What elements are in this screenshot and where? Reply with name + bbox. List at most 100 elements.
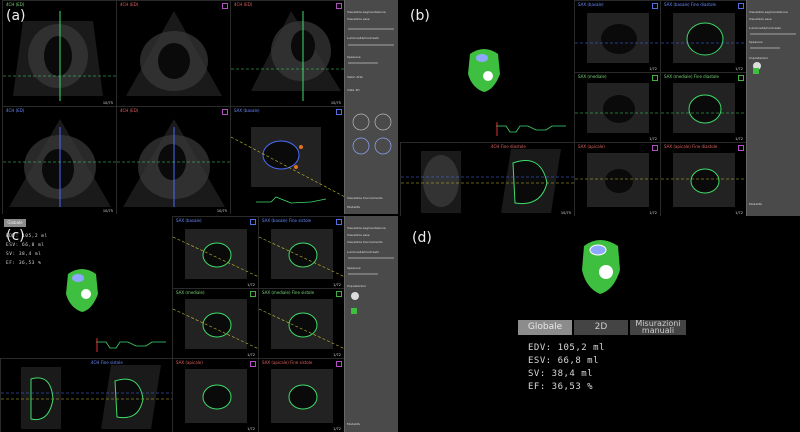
ultrasound-view (126, 11, 222, 96)
frame-count: 1/72 (649, 137, 657, 141)
us-cell-sax-basale-fine[interactable]: SAX (basale) Fine sistole 1/72 (258, 216, 346, 290)
slider[interactable] (348, 62, 378, 64)
frame-count: 1/72 (735, 137, 743, 141)
us-cell-4ch-5[interactable]: 4CH (ED) 10/75 (116, 106, 232, 214)
option-row[interactable]: Luminosità/Contrasto (347, 250, 379, 254)
us-cell-sax-apicale-fine[interactable]: SAX (apicale) Fine diastole 1/72 (660, 142, 748, 216)
option-row[interactable]: Vista 3D (347, 88, 360, 92)
ultrasound-view (231, 127, 345, 204)
us-cell-sax-mediale-fine[interactable]: SAX (mediale) Fine diastole 1/72 (660, 72, 748, 144)
ultrasound-view (173, 229, 259, 279)
aha-bullseye-diagram (349, 110, 395, 160)
ultrasound-view (271, 369, 333, 423)
option-row[interactable]: Modalità (347, 205, 360, 209)
metric-edv: EDV: 105,2 ml (528, 343, 605, 353)
heart-thumbnail-icon[interactable] (351, 292, 359, 300)
us-cell-4ch-2[interactable]: 4CH (ED) (116, 0, 232, 108)
option-row[interactable]: Visualizza asse (749, 17, 772, 21)
settings-square-icon[interactable] (351, 308, 357, 314)
option-row[interactable]: Spessore (347, 266, 361, 270)
volume-curve (496, 122, 566, 136)
us-cell-sax-mediale[interactable]: SAX (mediale) 1/72 (172, 288, 260, 360)
ultrasound-view (575, 83, 661, 133)
ultrasound-view (185, 369, 247, 423)
frame-count: 1/72 (333, 427, 341, 431)
option-row[interactable]: Modalità (749, 202, 762, 206)
metric-ef: EF: 36,53 % (6, 261, 42, 266)
frame-count: 10/75 (216, 209, 227, 213)
panel-b: (b) SAX (basale) 1/72 SAX (basale) Fine … (400, 0, 800, 216)
tab-globale[interactable]: Globale (4, 219, 26, 227)
metric-esv: ESV: 66,8 ml (528, 356, 600, 366)
us-cell-4ch-fine-sistole[interactable]: 4CH Fine sistole (0, 358, 174, 432)
tab-globale[interactable]: Globale (518, 320, 572, 335)
frame-count: 10/75 (102, 101, 113, 105)
us-cell-sax-basale-fine[interactable]: SAX (basale) Fine diastole 1/72 (660, 0, 748, 74)
option-row[interactable]: Spessore (347, 55, 361, 59)
tab-2d[interactable]: 2D (574, 320, 628, 335)
option-row[interactable]: Visualizza asse (347, 17, 370, 21)
heart-3d-model (464, 44, 504, 96)
ultrasound-view (231, 11, 345, 101)
frame-count: 1/72 (649, 67, 657, 71)
heart-3d-model (62, 264, 102, 316)
frame-count: 10/75 (560, 211, 571, 215)
slider[interactable] (348, 44, 394, 46)
frame-count: 1/72 (735, 211, 743, 215)
metrics-list: EDV: 105,2 ml ESV: 66,8 ml SV: 38,4 ml E… (528, 342, 605, 394)
option-row[interactable]: Visualizza tracciamento (347, 196, 383, 200)
us-cell-sax[interactable]: SAX (basale) (230, 106, 346, 214)
frame-count: 1/72 (333, 283, 341, 287)
us-cell-4ch-3[interactable]: 4CH (ED) 10/75 (230, 0, 346, 108)
volume-curve (96, 338, 166, 352)
option-row[interactable]: Impostazioni (749, 56, 768, 60)
us-cell-sax-apicale-fine[interactable]: SAX (apicale) Fine sistole 1/72 (258, 358, 346, 432)
option-row[interactable]: Luminosità/Contrasto (347, 36, 379, 40)
heart-3d-model (578, 234, 624, 298)
option-row[interactable]: Luminosità/Contrasto (749, 26, 781, 30)
slider[interactable] (750, 33, 796, 35)
ultrasound-view (661, 13, 747, 63)
us-cell-4ch-fine-diastole[interactable]: 4CH Fine diastole 10/75 (400, 142, 576, 216)
slider[interactable] (750, 47, 780, 49)
us-cell-sax-apicale[interactable]: SAX (apicale) 1/72 (574, 142, 662, 216)
option-row[interactable]: Visualizza segmentazione (347, 226, 386, 230)
slider[interactable] (348, 28, 394, 30)
frame-count: 10/75 (330, 101, 341, 105)
us-cell-sax-apicale[interactable]: SAX (apicale) 1/72 (172, 358, 260, 432)
option-row[interactable]: Visualizza segmentazione (749, 10, 788, 14)
ultrasound-view (259, 229, 345, 279)
slider[interactable] (348, 273, 378, 275)
tab-misurazioni-manuali[interactable]: Misurazioni manuali (630, 320, 686, 335)
ultrasound-view (3, 119, 117, 207)
us-cell-sax-basale[interactable]: SAX (basale) 1/72 (574, 0, 662, 74)
metric-ef: EF: 36,53 % (528, 382, 594, 392)
option-row[interactable]: Visualizza segmentazione (347, 10, 386, 14)
ultrasound-view (401, 149, 575, 213)
us-cell-sax-basale[interactable]: SAX (basale) 1/72 (172, 216, 260, 290)
option-row[interactable]: Visualizza asse (347, 233, 370, 237)
option-row[interactable]: Valori AHA (347, 75, 363, 79)
us-cell-4ch-4[interactable]: 4CH (ED) 10/75 (2, 106, 118, 214)
option-row[interactable]: Impostazioni (347, 284, 366, 288)
settings-square-icon[interactable] (753, 68, 759, 74)
panel-label-c: (c) (6, 228, 25, 244)
frame-count: 1/72 (649, 211, 657, 215)
ultrasound-view (575, 153, 661, 207)
frame-count: 1/72 (247, 427, 255, 431)
option-row[interactable]: Visualizza tracciamento (347, 240, 383, 244)
option-row[interactable]: Modalità (347, 422, 360, 426)
frame-count: 1/72 (735, 67, 743, 71)
us-cell-sax-mediale[interactable]: SAX (mediale) 1/72 (574, 72, 662, 144)
ultrasound-view (661, 153, 747, 207)
frame-count: 1/72 (247, 283, 255, 287)
sidebar-a: Visualizza segmentazione Visualizza asse… (344, 0, 398, 214)
slider[interactable] (348, 257, 394, 259)
option-row[interactable]: Spessore (749, 40, 763, 44)
us-cell-sax-mediale-fine[interactable]: SAX (mediale) Fine sistole 1/72 (258, 288, 346, 360)
panel-c: (c) Globale EDV: 105,2 ml ESV: 66,8 ml S… (0, 216, 398, 432)
panel-label-b: (b) (410, 8, 430, 24)
sidebar-c: Visualizza segmentazione Visualizza asse… (344, 216, 398, 432)
ultrasound-view (575, 13, 661, 63)
panel-label-a: (a) (6, 8, 26, 24)
